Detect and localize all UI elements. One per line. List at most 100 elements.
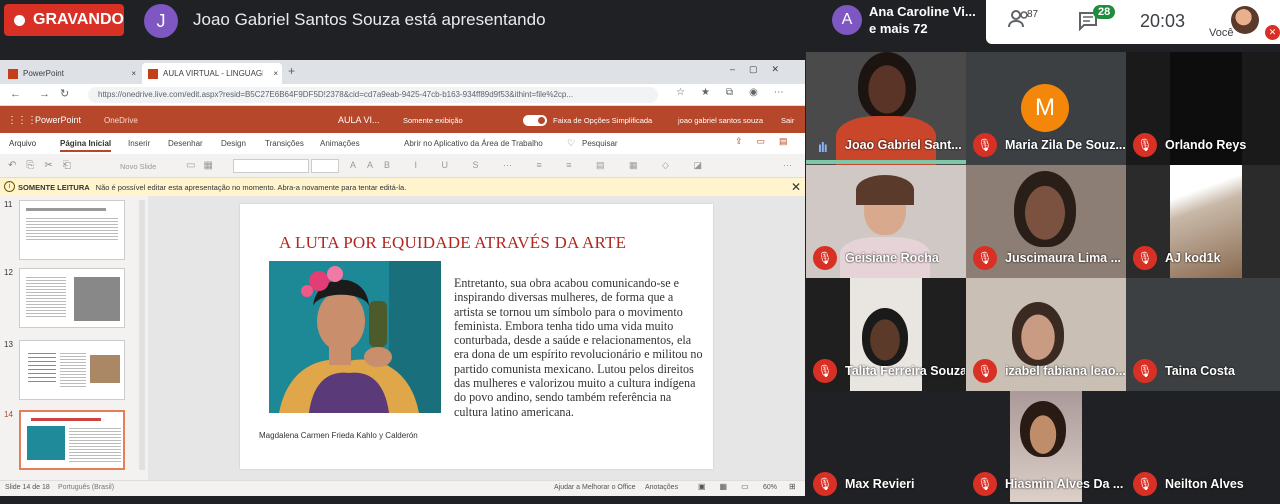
- powerpoint-icon: [148, 68, 158, 79]
- readonly-banner: i SOMENTE LEITURA Não é possível editar …: [0, 178, 805, 196]
- participant-avatar: A: [832, 5, 862, 35]
- fit-slide-icon[interactable]: ⊞: [789, 482, 796, 491]
- new-slide-button[interactable]: Novo Slide: [120, 162, 156, 171]
- thumb-number: 11: [4, 200, 13, 209]
- mic-off-icon: 🎙: [813, 359, 837, 383]
- font-size-field[interactable]: [311, 159, 339, 173]
- lightbulb-icon: ♡: [567, 138, 576, 148]
- app-launcher-icon[interactable]: ⋮⋮⋮: [7, 115, 37, 126]
- thumbnail-scrollbar[interactable]: [139, 200, 145, 470]
- sign-out-link[interactable]: Sair: [781, 116, 794, 125]
- mic-off-icon: 🎙: [1133, 359, 1157, 383]
- mic-off-icon: 🎙: [973, 133, 997, 157]
- view-buttons[interactable]: ▣▦▭: [698, 482, 763, 491]
- participant-name: Joao Gabriel Sant...: [845, 138, 962, 152]
- participant-video: [1014, 171, 1076, 247]
- thumb-number: 14: [4, 410, 13, 419]
- participant-name: Neilton Alves: [1165, 477, 1244, 491]
- readonly-message: Não é possível editar esta apresentação …: [95, 182, 407, 192]
- participant-tile[interactable]: ılı Joao Gabriel Sant...: [806, 52, 966, 165]
- recording-indicator: GRAVANDO: [4, 4, 124, 36]
- participant-video: [1012, 302, 1064, 366]
- info-icon: i: [4, 181, 15, 192]
- account-name[interactable]: joao gabriel santos souza: [678, 116, 763, 125]
- participant-name: izabel fabiana leao...: [1005, 364, 1125, 378]
- speaking-indicator-icon: ılı: [818, 139, 828, 155]
- mic-off-icon: 🎙: [973, 472, 997, 496]
- search-field[interactable]: Pesquisar: [582, 139, 618, 148]
- participant-tile[interactable]: 🎙 Taina Costa: [1126, 278, 1280, 391]
- format-icons[interactable]: AAB I U S ⋯ ≡ ≡ ▤ ▦ ◇ ◪: [350, 160, 713, 171]
- participant-tile[interactable]: 🎙 Geisiane Rocha: [806, 165, 966, 278]
- presenter-avatar: J: [144, 4, 178, 38]
- close-icon[interactable]: ×: [273, 69, 278, 78]
- tab-home[interactable]: Página Inicial: [60, 139, 112, 152]
- participant-name: Taina Costa: [1165, 364, 1235, 378]
- open-desktop-app[interactable]: Abrir no Aplicativo da Área de Trabalho: [404, 139, 543, 148]
- slide-thumbnail-13[interactable]: [19, 340, 125, 400]
- slide-title: A LUTA POR EQUIDADE ATRAVÉS DA ARTE: [279, 233, 627, 252]
- share-comment-icons[interactable]: ⇪▭▤: [735, 136, 802, 147]
- speaking-border: [806, 160, 966, 164]
- undo-clipboard-icons[interactable]: ↶⎘✂⎗: [8, 160, 81, 171]
- participant-name: AJ kod1k: [1165, 251, 1221, 265]
- mic-off-icon: 🎙: [1133, 246, 1157, 270]
- tab-insert[interactable]: Inserir: [128, 139, 150, 148]
- slide-counter: Slide 14 de 18: [5, 484, 50, 491]
- window-controls[interactable]: –▢✕: [730, 64, 793, 75]
- thumb-number: 13: [4, 340, 13, 349]
- participant-tile[interactable]: 🎙 Juscimaura Lima ...: [966, 165, 1126, 278]
- meeting-clock: 20:03: [1140, 11, 1186, 31]
- onedrive-link[interactable]: OneDrive: [104, 116, 138, 125]
- notes-button[interactable]: Anotações: [645, 484, 678, 491]
- participant-name: Geisiane Rocha: [845, 251, 939, 265]
- participant-tile[interactable]: 🎙 Neilton Alves: [1126, 391, 1280, 504]
- slide-thumbnail-14[interactable]: [19, 410, 125, 470]
- participant-tile[interactable]: 🎙 Talita Ferreira Souza: [806, 278, 966, 391]
- more-options-icon[interactable]: ⋯: [783, 160, 792, 171]
- participant-name: Max Revieri: [845, 477, 915, 491]
- participant-summary-name: Ana Caroline Vi...: [869, 4, 976, 19]
- participant-tile[interactable]: 🎙 AJ kod1k: [1126, 165, 1280, 278]
- frida-kahlo-image: [269, 261, 441, 413]
- participant-face: [1020, 401, 1066, 457]
- browser-tab-active[interactable]: AULA VIRTUAL - LINGUAGENS 2... ×: [142, 63, 282, 84]
- image-caption: Magdalena Carmen Frieda Kahlo y Calderón: [259, 431, 418, 440]
- new-tab-icon[interactable]: +: [288, 64, 295, 78]
- participant-tile[interactable]: 🎙 izabel fabiana leao...: [966, 278, 1126, 391]
- slide-thumbnail-11[interactable]: [19, 200, 125, 260]
- mic-off-icon: 🎙: [813, 246, 837, 270]
- participant-tile[interactable]: 🎙 Orlando Reys: [1126, 52, 1280, 165]
- browser-toolbar-icons[interactable]: ☆★⧉◉⋯: [676, 87, 800, 98]
- tab-file[interactable]: Arquivo: [9, 139, 36, 148]
- url-field[interactable]: https://onedrive.live.com/edit.aspx?resi…: [88, 87, 658, 103]
- tab-draw[interactable]: Desenhar: [168, 139, 203, 148]
- tab-design[interactable]: Design: [221, 139, 246, 148]
- close-icon[interactable]: ✕: [791, 180, 801, 194]
- tab-transitions[interactable]: Transições: [265, 139, 304, 148]
- participant-hair: [856, 175, 914, 205]
- zoom-level[interactable]: 60%: [763, 484, 777, 491]
- font-name-field[interactable]: [233, 159, 309, 173]
- simplified-ribbon-toggle[interactable]: [523, 115, 547, 126]
- help-improve-link[interactable]: Ajudar a Melhorar o Office: [554, 484, 636, 491]
- participant-tile[interactable]: M 🎙 Maria Zila De Souz...: [966, 52, 1126, 165]
- participant-tile[interactable]: 🎙 Max Revieri: [806, 391, 966, 504]
- app-name[interactable]: PowerPoint: [35, 115, 81, 125]
- slide-thumbnail-12[interactable]: [19, 268, 125, 328]
- browser-tab[interactable]: PowerPoint ×: [2, 63, 140, 84]
- view-mode: Somente exibição: [403, 116, 463, 125]
- self-avatar[interactable]: [1231, 6, 1259, 34]
- layout-icons[interactable]: ▭▦: [186, 160, 221, 171]
- tab-label: AULA VIRTUAL - LINGUAGENS 2...: [163, 69, 263, 78]
- participant-tile[interactable]: 🎙 Hiasmin Alves Da ...: [966, 391, 1126, 504]
- simplified-ribbon-label: Faixa de Opções Simplificada: [553, 116, 653, 125]
- self-mic-off-icon: ✕: [1265, 25, 1280, 40]
- tab-animations[interactable]: Animações: [320, 139, 360, 148]
- close-icon[interactable]: ×: [131, 69, 136, 78]
- status-bar: [0, 480, 805, 496]
- toggle-knob: [538, 117, 545, 124]
- reload-icon[interactable]: ↻: [60, 87, 69, 100]
- tab-label: PowerPoint: [23, 69, 64, 78]
- document-title[interactable]: AULA VI...: [338, 115, 380, 125]
